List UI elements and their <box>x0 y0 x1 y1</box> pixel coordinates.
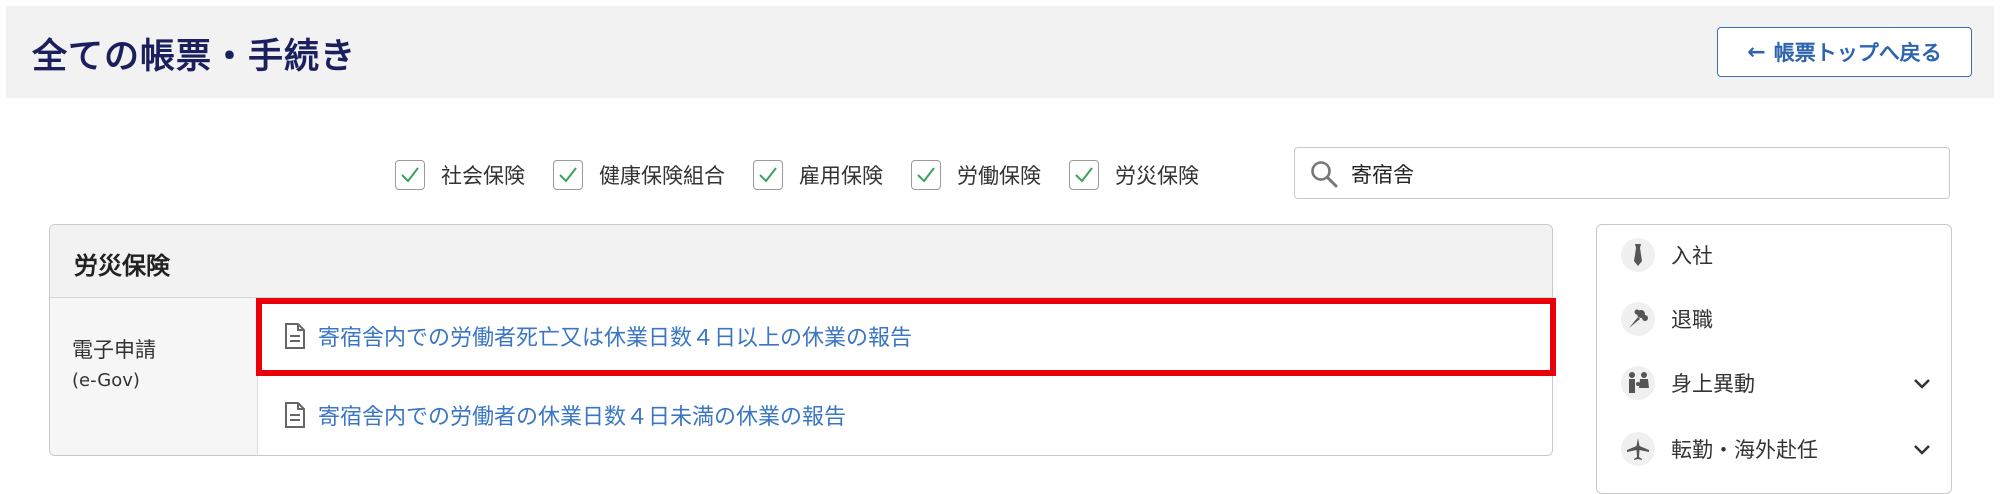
tie-icon <box>1621 238 1655 272</box>
document-icon <box>284 322 306 350</box>
results-panel: 労災保険 電子申請 (e-Gov) 寄宿舎内での労働者死亡又は休業日数４日以上の… <box>49 224 1553 456</box>
category-label: 電子申請 <box>72 338 156 362</box>
chevron-down-icon[interactable] <box>1913 375 1931 394</box>
sidebar-item-shinjo-ido[interactable]: 身上異動 <box>1597 353 1951 413</box>
arrow-left-icon: ← <box>1747 39 1766 65</box>
checkbox[interactable] <box>1069 160 1099 190</box>
bouquet-icon <box>1621 302 1655 336</box>
filter-label: 健康保険組合 <box>599 164 725 188</box>
form-link[interactable]: 寄宿舎内での労働者の休業日数４日未満の休業の報告 <box>318 399 846 431</box>
form-link-row[interactable]: 寄宿舎内での労働者の休業日数４日未満の休業の報告 <box>258 377 1552 453</box>
form-link[interactable]: 寄宿舎内での労働者死亡又は休業日数４日以上の休業の報告 <box>318 320 912 352</box>
check-icon <box>559 167 577 183</box>
search-box[interactable] <box>1294 147 1950 199</box>
sidebar-item-label: 転勤・海外赴任 <box>1671 438 1818 462</box>
check-icon <box>917 167 935 183</box>
life-event-sidebar: 入社 退職 身上異動 転勤・海外赴任 <box>1596 224 1952 494</box>
page-title: 全ての帳票・手続き <box>32 37 357 77</box>
sidebar-item-taishoku[interactable]: 退職 <box>1597 289 1951 349</box>
panel-title: 労災保険 <box>74 252 170 280</box>
check-icon <box>401 167 419 183</box>
filter-label: 労働保険 <box>957 164 1041 188</box>
check-icon <box>1075 167 1093 183</box>
insurance-filter-group: 社会保険 健康保険組合 雇用保険 労働保険 労災保険 <box>395 158 1227 192</box>
sidebar-item-label: 身上異動 <box>1671 372 1755 396</box>
sidebar-item-label: 入社 <box>1671 244 1713 268</box>
sidebar-item-tenkin-kaigai-funin[interactable]: 転勤・海外赴任 <box>1597 419 1951 479</box>
page-header: 全ての帳票・手続き ← 帳票トップへ戻る <box>6 6 1994 98</box>
airplane-icon <box>1621 432 1655 466</box>
filter-label: 労災保険 <box>1115 164 1199 188</box>
checkbox[interactable] <box>553 160 583 190</box>
search-icon <box>1309 159 1339 193</box>
check-icon <box>759 167 777 183</box>
form-link-row[interactable]: 寄宿舎内での労働者死亡又は休業日数４日以上の休業の報告 <box>258 298 1552 375</box>
panel-header: 労災保険 <box>50 225 1552 298</box>
back-button-label: 帳票トップへ戻る <box>1773 41 1942 65</box>
category-cell: 電子申請 (e-Gov) <box>50 298 258 455</box>
family-icon <box>1621 366 1655 400</box>
chevron-down-icon[interactable] <box>1913 441 1931 460</box>
checkbox[interactable] <box>753 160 783 190</box>
filter-rosai-hoken[interactable]: 労災保険 <box>1069 160 1199 190</box>
checkbox[interactable] <box>395 160 425 190</box>
filter-label: 社会保険 <box>441 164 525 188</box>
checkbox[interactable] <box>911 160 941 190</box>
back-to-forms-top-button[interactable]: ← 帳票トップへ戻る <box>1717 27 1972 77</box>
document-icon <box>284 401 306 429</box>
sidebar-item-nyusha[interactable]: 入社 <box>1597 225 1951 285</box>
search-input[interactable] <box>1349 156 1933 192</box>
filter-rodo-hoken[interactable]: 労働保険 <box>911 160 1041 190</box>
category-sub-label: (e-Gov) <box>72 370 140 391</box>
filter-koyo-hoken[interactable]: 雇用保険 <box>753 160 883 190</box>
sidebar-item-label: 退職 <box>1671 308 1713 332</box>
filter-label: 雇用保険 <box>799 164 883 188</box>
filter-shakai-hoken[interactable]: 社会保険 <box>395 160 525 190</box>
filter-kenko-hoken-kumiai[interactable]: 健康保険組合 <box>553 160 725 190</box>
